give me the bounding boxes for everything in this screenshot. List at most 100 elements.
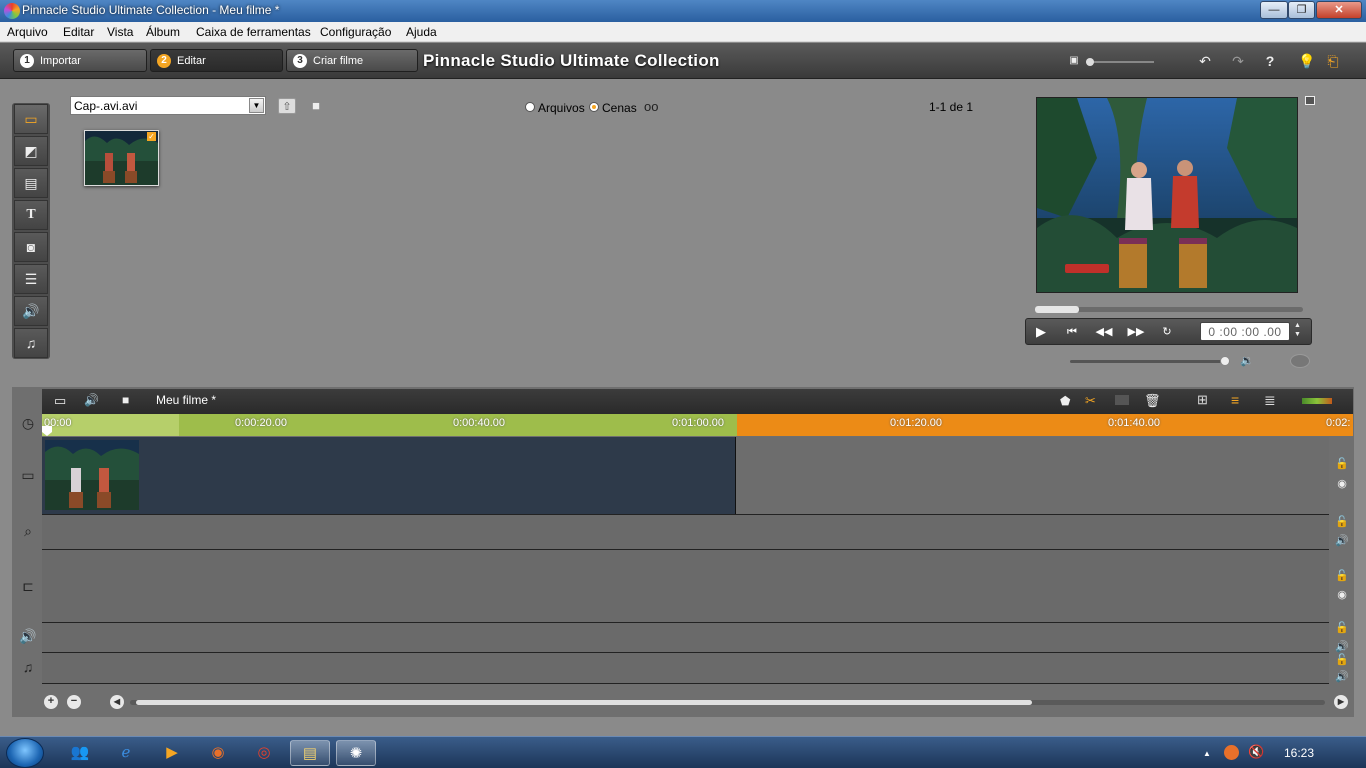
sound-effects-tab-icon[interactable]: 🔊 bbox=[14, 296, 48, 326]
storyboard-view-icon[interactable]: ⊞ bbox=[1197, 392, 1208, 408]
menu-vista[interactable]: Vista bbox=[107, 25, 133, 39]
go-to-start-icon[interactable]: ⏮ bbox=[1062, 323, 1082, 341]
preview-size-icon[interactable]: ▣ bbox=[1064, 51, 1084, 71]
timeline-view-icon[interactable]: ▭ bbox=[54, 393, 66, 409]
lightbulb-icon[interactable]: 💡 bbox=[1297, 51, 1317, 71]
menu-arquivo[interactable]: Arquivo bbox=[7, 25, 48, 39]
audio-toolbox-icon[interactable]: 🔊 bbox=[84, 393, 99, 407]
stereo-icon[interactable] bbox=[1290, 354, 1310, 368]
redo-icon[interactable]: ↷ bbox=[1228, 51, 1248, 71]
menu-editar[interactable]: Editar bbox=[63, 25, 94, 39]
themes-tab-icon[interactable]: ▤ bbox=[14, 168, 48, 198]
trash-icon[interactable]: 🗑 bbox=[1144, 393, 1161, 409]
scrubber-handle[interactable] bbox=[1035, 306, 1079, 313]
disc-menus-tab-icon[interactable]: ☰ bbox=[14, 264, 48, 294]
timecode-field[interactable]: 0 :00 :00 .00 bbox=[1200, 322, 1290, 341]
media-player-icon[interactable]: ▶ bbox=[152, 740, 192, 766]
zoom-out-button[interactable]: − bbox=[67, 695, 81, 709]
menu-album[interactable]: Álbum bbox=[146, 25, 180, 39]
video-clip[interactable] bbox=[42, 437, 736, 514]
radio-cenas[interactable] bbox=[589, 102, 599, 112]
transitions-tab-icon[interactable]: ◩ bbox=[14, 136, 48, 166]
volume-slider-knob[interactable] bbox=[1220, 356, 1230, 366]
taskbar-clock[interactable]: 16:23 bbox=[1284, 746, 1314, 760]
zoom-in-button[interactable]: + bbox=[44, 695, 58, 709]
menu-ajuda[interactable]: Ajuda bbox=[406, 25, 437, 39]
clock-icon[interactable]: ◷ bbox=[18, 415, 38, 432]
lock-icon[interactable]: 🔓 bbox=[1335, 569, 1349, 582]
fullscreen-icon[interactable] bbox=[1305, 96, 1315, 105]
capture-icon[interactable]: ⎗ bbox=[1323, 51, 1343, 71]
lock-icon[interactable]: 🔓 bbox=[1335, 621, 1349, 634]
checkmark-icon: ✓ bbox=[147, 132, 156, 141]
volume-slider[interactable] bbox=[1070, 356, 1230, 366]
lock-icon[interactable]: 🔓 bbox=[1335, 515, 1349, 528]
folder-up-icon[interactable]: ⇧ bbox=[278, 98, 296, 114]
radio-arquivos-label[interactable]: Arquivos bbox=[538, 101, 585, 115]
zoom-slider[interactable] bbox=[1086, 58, 1154, 66]
music-track[interactable] bbox=[42, 653, 1329, 684]
folder-icon[interactable]: ■ bbox=[122, 393, 129, 407]
close-button[interactable]: ✕ bbox=[1316, 1, 1362, 19]
menu-caixa-de-ferramentas[interactable]: Caixa de ferramentas bbox=[196, 25, 311, 39]
show-hidden-icons-icon[interactable]: ▲ bbox=[1203, 749, 1211, 758]
speaker-icon[interactable]: 🔊 bbox=[1335, 640, 1349, 653]
chrome-icon[interactable]: ◎ bbox=[244, 740, 284, 766]
menu-configuracao[interactable]: Configuração bbox=[320, 25, 391, 39]
folder-icon[interactable]: ■ bbox=[307, 98, 325, 114]
text-view-icon[interactable]: ≣ bbox=[1264, 392, 1276, 409]
overlay-track-icon: ⌕ bbox=[24, 523, 32, 539]
speaker-icon[interactable]: 🔉 bbox=[1240, 354, 1254, 367]
overlay-track[interactable] bbox=[42, 515, 1329, 550]
preview-scrubber[interactable] bbox=[1035, 306, 1303, 313]
help-icon[interactable]: ? bbox=[1260, 51, 1280, 71]
video-scenes-tab-icon[interactable]: ▭ bbox=[14, 104, 48, 134]
tab-editar[interactable]: 2 Editar bbox=[150, 49, 283, 72]
speaker-icon[interactable]: 🔊 bbox=[1335, 670, 1349, 683]
timeline-scrollbar-thumb[interactable] bbox=[136, 700, 1032, 705]
start-button[interactable] bbox=[6, 738, 44, 768]
razor-icon[interactable]: ✂ bbox=[1085, 393, 1096, 409]
zoom-slider-knob[interactable] bbox=[1086, 58, 1094, 66]
maximize-button[interactable]: ❐ bbox=[1288, 1, 1315, 19]
album-source-select[interactable]: Cap-.avi.avi ▼ bbox=[70, 96, 266, 115]
lock-icon[interactable]: 🔓 bbox=[1335, 653, 1349, 666]
explorer-icon[interactable]: ▤ bbox=[290, 740, 330, 766]
chevron-down-icon[interactable]: ▼ bbox=[249, 98, 264, 113]
radio-arquivos[interactable] bbox=[525, 102, 535, 112]
internet-explorer-icon[interactable]: ℯ bbox=[106, 740, 146, 766]
undo-icon[interactable]: ↶ bbox=[1195, 51, 1215, 71]
tab-criar-filme[interactable]: 3 Criar filme bbox=[286, 49, 418, 72]
titles-tab-icon[interactable]: T bbox=[14, 200, 48, 230]
firefox-icon[interactable]: ◉ bbox=[198, 740, 238, 766]
fast-forward-icon[interactable]: ▶▶ bbox=[1126, 323, 1146, 341]
timeline-view-mode-icon[interactable]: ≡ bbox=[1231, 392, 1239, 408]
windows-live-icon[interactable]: 👥 bbox=[60, 740, 100, 766]
play-icon[interactable]: ▶ bbox=[1031, 323, 1051, 341]
photos-tab-icon[interactable]: ◙ bbox=[14, 232, 48, 262]
eye-icon[interactable]: ◉ bbox=[1335, 588, 1349, 601]
pinnacle-taskbar-icon[interactable]: ✺ bbox=[336, 740, 376, 766]
eye-icon[interactable]: ◉ bbox=[1335, 477, 1349, 490]
scene-thumbnail[interactable]: ✓ bbox=[84, 130, 159, 186]
minimize-button[interactable]: — bbox=[1260, 1, 1288, 19]
speaker-icon[interactable]: 🔊 bbox=[1335, 534, 1349, 547]
rewind-icon[interactable]: ◀◀ bbox=[1094, 323, 1114, 341]
volume-muted-icon[interactable]: 🔇 bbox=[1248, 744, 1264, 760]
title-track[interactable] bbox=[42, 550, 1329, 623]
timecode-stepper[interactable]: ▲ ▼ bbox=[1294, 321, 1301, 339]
sound-track-icon: 🔊 bbox=[19, 628, 37, 644]
glasses-icon[interactable]: oo bbox=[644, 99, 658, 114]
radio-cenas-label[interactable]: Cenas bbox=[602, 101, 637, 115]
loop-icon[interactable]: ↻ bbox=[1157, 323, 1177, 341]
tab-importar[interactable]: 1 Importar bbox=[13, 49, 147, 72]
split-clip-icon[interactable] bbox=[1115, 395, 1129, 405]
sound-effects-track[interactable] bbox=[42, 623, 1329, 653]
tray-app-icon[interactable] bbox=[1224, 745, 1239, 760]
scroll-left-button[interactable]: ◀ bbox=[110, 695, 124, 709]
timeline-ruler[interactable]: 00:00 0:00:20.00 0:00:40.00 0:01:00.00 0… bbox=[42, 414, 1353, 436]
lock-icon[interactable]: 🔓 bbox=[1335, 457, 1349, 470]
marker-icon[interactable]: ⬟ bbox=[1060, 394, 1070, 408]
scroll-right-button[interactable]: ▶ bbox=[1334, 695, 1348, 709]
music-tab-icon[interactable]: ♫ bbox=[14, 328, 48, 358]
